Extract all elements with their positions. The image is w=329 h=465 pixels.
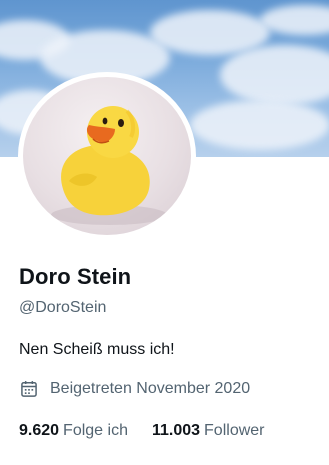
followers-count: 11.003 [151, 422, 201, 439]
following-label: Folge ich [63, 422, 128, 439]
rubber-duck-image [51, 106, 167, 225]
joined-date: Beigetreten November 2020 [19, 379, 250, 399]
joined-label: Beigetreten November 2020 [50, 380, 251, 397]
following-link[interactable]: 9.620 Folge ich [19, 422, 128, 440]
followers-link[interactable]: 11.003 Follower [152, 422, 265, 440]
profile-bio: Nen Scheiß muss ich! [19, 341, 175, 358]
following-count: 9.620 [19, 422, 60, 439]
follow-stats: 9.620 Folge ich 11.003 Follower [19, 422, 265, 440]
calendar-icon [21, 381, 37, 397]
user-handle: @DoroStein [19, 299, 107, 316]
followers-label: Follower [204, 422, 265, 439]
avatar[interactable] [23, 77, 191, 235]
display-name: Doro Stein [19, 264, 132, 289]
